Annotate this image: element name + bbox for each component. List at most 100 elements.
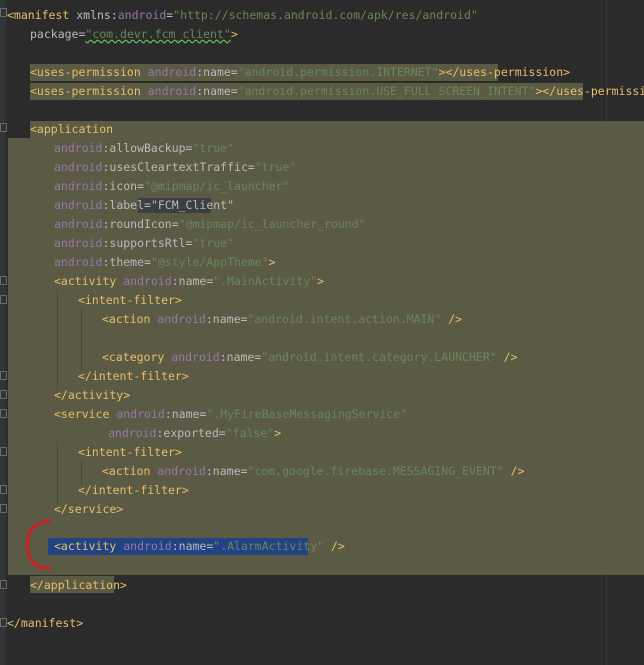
string-token: "FCM_Client" xyxy=(150,198,235,212)
code-line[interactable]: <uses-permission android:name="android.p… xyxy=(30,63,570,82)
indent-guide xyxy=(81,309,82,371)
code-line[interactable]: android:theme="@style/AppTheme"> xyxy=(54,253,276,272)
fold-marker-icon[interactable] xyxy=(0,390,7,399)
namespace-token: android xyxy=(54,217,103,231)
attr-token: :icon= xyxy=(102,179,145,193)
tag-token: /> xyxy=(441,312,463,326)
code-line[interactable]: <application xyxy=(30,120,113,139)
fold-marker-icon[interactable] xyxy=(0,371,7,380)
namespace-token: android xyxy=(123,274,172,288)
fold-marker-icon[interactable] xyxy=(0,504,7,513)
code-editor[interactable]: <manifest xmlns:android="http://schemas.… xyxy=(0,0,644,665)
tag-token: ></uses-permission> xyxy=(535,84,644,98)
code-line[interactable]: <manifest xmlns:android="http://schemas.… xyxy=(7,6,478,25)
namespace-token: android xyxy=(123,539,172,553)
tag-token: /> xyxy=(324,539,345,553)
code-line[interactable]: android:allowBackup="true" xyxy=(54,139,234,158)
namespace-token: android xyxy=(108,426,157,440)
namespace-token: android xyxy=(157,464,206,478)
fold-marker-icon[interactable] xyxy=(0,580,7,589)
tag-token: > xyxy=(317,274,325,288)
namespace-token: android xyxy=(54,255,103,269)
code-line-selected[interactable]: <activity android:name=".AlarmActivity" … xyxy=(54,537,345,556)
attr-token: xmlns: xyxy=(69,8,118,22)
tag-token: <application xyxy=(30,122,114,136)
code-line[interactable]: android:roundIcon="@mipmap/ic_launcher_r… xyxy=(54,215,366,234)
tag-token: </service> xyxy=(54,502,124,516)
code-line[interactable]: android:icon="@mipmap/ic_launcher" xyxy=(54,177,289,196)
indent-guide xyxy=(57,442,58,504)
string-token: ".AlarmActivity" xyxy=(213,539,325,553)
tag-token: <manifest xyxy=(7,8,70,22)
tag-token: <intent-filter> xyxy=(78,293,182,307)
fold-marker-icon[interactable] xyxy=(0,123,7,132)
tag-token: ></uses-permission> xyxy=(438,65,571,79)
string-token: "com.devr.fcm_client" xyxy=(85,27,231,41)
string-token: "android.permission.USE_FULL_SCREEN_INTE… xyxy=(237,84,536,98)
attr-token: :label= xyxy=(102,198,151,212)
attr-token: :usesCleartextTraffic= xyxy=(102,160,255,174)
attr-token: :roundIcon= xyxy=(102,217,179,231)
tag-token: <action xyxy=(102,464,151,478)
code-line[interactable]: </manifest> xyxy=(7,614,83,633)
code-line[interactable]: </activity> xyxy=(54,386,130,405)
code-line[interactable]: </service> xyxy=(54,500,123,519)
tag-token: <service xyxy=(54,407,110,421)
namespace-token: android xyxy=(116,407,165,421)
string-token: "true" xyxy=(192,141,235,155)
tag-token: </intent-filter> xyxy=(78,369,189,383)
fold-marker-icon[interactable] xyxy=(0,409,7,418)
string-token: "android.intent.category.LAUNCHER" xyxy=(261,350,497,364)
code-line[interactable]: <category android:name="android.intent.c… xyxy=(102,348,517,367)
code-line[interactable]: <intent-filter> xyxy=(78,291,182,310)
string-token: "@mipmap/ic_launcher_round" xyxy=(178,217,366,231)
tag-token: /> xyxy=(503,464,525,478)
indent-guide xyxy=(57,290,58,390)
code-line[interactable]: <intent-filter> xyxy=(78,443,182,462)
code-line[interactable]: android:supportsRtl="true" xyxy=(54,234,234,253)
tag-token: > xyxy=(230,27,238,41)
code-line[interactable]: </intent-filter> xyxy=(78,481,189,500)
tag-token: <uses-permission xyxy=(30,84,141,98)
tag-token: /> xyxy=(496,350,518,364)
attr-token: :supportsRtl= xyxy=(102,236,193,250)
namespace-token: android xyxy=(157,312,206,326)
namespace-token: android xyxy=(147,65,197,79)
code-line[interactable]: android:label="FCM_Client" xyxy=(54,196,234,215)
tag-token: <action xyxy=(102,312,151,326)
attr-token: :name= xyxy=(171,274,214,288)
string-token: "false" xyxy=(225,426,275,440)
editor-gutter[interactable] xyxy=(0,0,6,665)
fold-marker-icon[interactable] xyxy=(0,8,7,17)
code-line[interactable]: </application> xyxy=(30,576,127,595)
string-token: "@style/AppTheme" xyxy=(150,255,269,269)
fold-marker-icon[interactable] xyxy=(0,485,7,494)
code-line[interactable]: <uses-permission android:name="android.p… xyxy=(30,82,644,101)
fold-marker-icon[interactable] xyxy=(0,447,7,456)
code-line[interactable]: package="com.devr.fcm_client"> xyxy=(30,25,238,44)
string-token: "http://schemas.android.com/apk/res/andr… xyxy=(173,8,478,22)
fold-marker-icon[interactable] xyxy=(0,276,7,285)
string-token: "true" xyxy=(254,160,297,174)
code-line[interactable]: </intent-filter> xyxy=(78,367,189,386)
attr-token: package xyxy=(30,27,79,41)
tag-token: </manifest> xyxy=(7,616,84,630)
string-token: "true" xyxy=(192,236,235,250)
string-token: ".MainActivity" xyxy=(213,274,318,288)
tag-token: </intent-filter> xyxy=(78,483,189,497)
namespace-token: android xyxy=(54,236,103,250)
fold-marker-icon[interactable] xyxy=(0,295,7,304)
code-line[interactable]: android:usesCleartextTraffic="true" xyxy=(54,158,296,177)
attr-token: :name= xyxy=(219,350,262,364)
tag-token: > xyxy=(268,255,276,269)
tag-token: <activity xyxy=(54,539,117,553)
tag-token: <intent-filter> xyxy=(78,445,182,459)
fold-marker-icon[interactable] xyxy=(0,618,7,627)
code-line[interactable]: <service android:name=".MyFireBaseMessag… xyxy=(54,405,407,424)
code-line[interactable]: <activity android:name=".MainActivity"> xyxy=(54,272,324,291)
code-line[interactable]: <action android:name="android.intent.act… xyxy=(102,310,462,329)
code-line[interactable]: <action android:name="com.google.firebas… xyxy=(102,462,524,481)
code-line[interactable]: android:exported="false"> xyxy=(108,424,281,443)
attr-token: :name= xyxy=(205,464,248,478)
namespace-token: android xyxy=(117,8,167,22)
